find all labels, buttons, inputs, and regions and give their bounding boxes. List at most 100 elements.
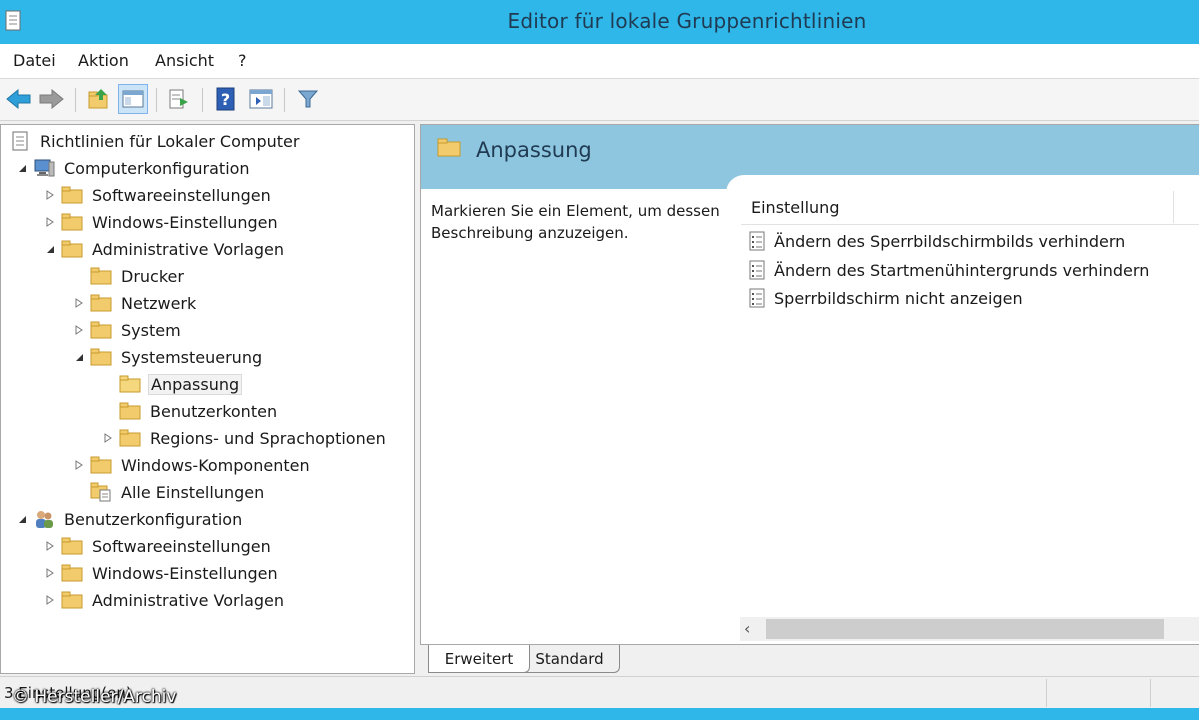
tree-item-anpassung[interactable]: Anpassung <box>119 372 243 396</box>
setting-row[interactable]: Ändern des Sperrbildschirmbilds verhinde… <box>749 229 1125 253</box>
collapse-triangle-icon[interactable] <box>72 350 86 364</box>
column-header-einstellung[interactable]: Einstellung <box>741 189 1199 225</box>
folder-icon <box>90 320 112 340</box>
policy-document-icon <box>9 131 31 151</box>
tree-item-label: Benutzerkonten <box>150 401 278 421</box>
tree-item-label: Computerkonfiguration <box>64 158 250 178</box>
menu-ansicht[interactable]: Ansicht <box>155 51 214 70</box>
tree-item-systemsteuerung[interactable]: Systemsteuerung <box>72 345 264 369</box>
setting-label: Ändern des Sperrbildschirmbilds verhinde… <box>774 231 1126 251</box>
expand-triangle-icon[interactable] <box>72 323 86 337</box>
description-text: Markieren Sie ein Element, um dessen Bes… <box>431 202 720 242</box>
menu-help[interactable]: ? <box>238 51 247 70</box>
setting-label: Sperrbildschirm nicht anzeigen <box>774 288 1023 308</box>
details-title: Anpassung <box>476 138 592 162</box>
properties-pane-icon[interactable] <box>246 84 276 114</box>
tree-item-label: System <box>121 320 181 340</box>
tree-item-benutzerkonfiguration[interactable]: Benutzerkonfiguration <box>15 507 244 531</box>
collapse-triangle-icon[interactable] <box>43 242 57 256</box>
folder-icon <box>90 347 112 367</box>
expand-triangle-icon[interactable] <box>43 188 57 202</box>
menu-datei[interactable]: Datei <box>13 51 56 70</box>
tree-item-softwareeinstellungen[interactable]: Softwareeinstellungen <box>43 183 273 207</box>
tree-item-label: Regions- und Sprachoptionen <box>150 428 386 448</box>
folder-icon <box>437 137 461 161</box>
all-settings-folder-icon <box>90 482 112 502</box>
tree-item-user-softwareeinstellungen[interactable]: Softwareeinstellungen <box>43 534 273 558</box>
tree-item-drucker[interactable]: Drucker <box>90 264 186 288</box>
expand-triangle-icon[interactable] <box>72 296 86 310</box>
menu-bar: Datei Aktion Ansicht ? <box>0 44 1199 79</box>
expand-triangle-icon[interactable] <box>43 593 57 607</box>
description-panel: Markieren Sie ein Element, um dessen Bes… <box>421 189 731 599</box>
collapse-triangle-icon[interactable] <box>15 512 29 526</box>
forward-arrow-icon[interactable] <box>36 84 66 114</box>
status-bar: 3 Einstellung(en) <box>0 676 1199 708</box>
tree-item-label: Administrative Vorlagen <box>92 239 285 259</box>
export-list-icon[interactable] <box>164 84 194 114</box>
tree-item-label: Administrative Vorlagen <box>92 590 285 610</box>
setting-row[interactable]: Ändern des Startmenühintergrunds verhind… <box>749 258 1149 282</box>
tree-item-windows-einstellungen[interactable]: Windows-Einstellungen <box>43 210 280 234</box>
tree-item-label: Softwareeinstellungen <box>92 185 271 205</box>
tree-item-label: Netzwerk <box>121 293 197 313</box>
users-icon <box>33 509 55 529</box>
policy-setting-icon <box>749 288 767 308</box>
title-bar: Editor für lokale Gruppenrichtlinien <box>0 0 1199 44</box>
show-hide-tree-icon[interactable] <box>118 84 148 114</box>
tree-item-alle-einstellungen[interactable]: Alle Einstellungen <box>90 480 266 504</box>
menu-aktion[interactable]: Aktion <box>78 51 129 70</box>
folder-icon <box>61 212 83 232</box>
tree-item-label: Anpassung <box>148 373 243 395</box>
column-header-label: Einstellung <box>751 198 840 217</box>
folder-icon <box>61 239 83 259</box>
view-tabs: Standard Erweitert <box>420 644 1199 674</box>
tab-standard[interactable]: Standard <box>520 645 620 673</box>
setting-label: Ändern des Startmenühintergrunds verhind… <box>774 260 1150 280</box>
scroll-left-icon[interactable]: ‹ <box>744 619 750 638</box>
tree-item-label: Windows-Einstellungen <box>92 563 278 583</box>
tree-item-administrative-vorlagen[interactable]: Administrative Vorlagen <box>43 237 286 261</box>
setting-row[interactable]: Sperrbildschirm nicht anzeigen <box>749 286 1023 310</box>
console-tree[interactable]: Richtlinien für Lokaler Computer Compute… <box>0 124 415 674</box>
collapse-triangle-icon[interactable] <box>15 161 29 175</box>
expand-triangle-icon[interactable] <box>72 458 86 472</box>
folder-icon <box>61 563 83 583</box>
copyright-watermark: © Hersteller/Archiv <box>12 687 177 707</box>
tree-item-regions-und-sprachoptionen[interactable]: Regions- und Sprachoptionen <box>101 426 388 450</box>
folder-open-icon <box>119 374 141 394</box>
settings-list[interactable]: Einstellung Ändern des Sperrbildschirmbi… <box>741 189 1199 609</box>
tree-item-label: Softwareeinstellungen <box>92 536 271 556</box>
tree-item-label: Alle Einstellungen <box>121 482 265 502</box>
tree-item-label: Benutzerkonfiguration <box>64 509 243 529</box>
folder-icon <box>61 590 83 610</box>
tree-item-root[interactable]: Richtlinien für Lokaler Computer <box>9 129 301 153</box>
folder-icon <box>61 536 83 556</box>
tree-item-system[interactable]: System <box>72 318 183 342</box>
expand-triangle-icon[interactable] <box>43 566 57 580</box>
folder-icon <box>90 455 112 475</box>
window-title: Editor für lokale Gruppenrichtlinien <box>507 9 867 33</box>
tab-erweitert[interactable]: Erweitert <box>428 645 530 673</box>
details-pane: Anpassung Markieren Sie ein Element, um … <box>420 124 1199 644</box>
tree-item-label: Drucker <box>121 266 184 286</box>
expand-triangle-icon[interactable] <box>43 539 57 553</box>
folder-icon <box>90 266 112 286</box>
tree-item-label: Windows-Komponenten <box>121 455 310 475</box>
expand-triangle-icon[interactable] <box>43 215 57 229</box>
horizontal-scrollbar[interactable]: ‹ <box>740 617 1199 641</box>
tree-item-benutzerkonten[interactable]: Benutzerkonten <box>119 399 279 423</box>
toolbar: ? <box>0 79 1199 121</box>
scrollbar-thumb[interactable] <box>766 619 1164 639</box>
expand-triangle-icon[interactable] <box>101 431 115 445</box>
filter-icon[interactable] <box>293 84 323 114</box>
tree-item-netzwerk[interactable]: Netzwerk <box>72 291 198 315</box>
help-icon[interactable]: ? <box>211 84 241 114</box>
tree-item-user-windows-einstellungen[interactable]: Windows-Einstellungen <box>43 561 280 585</box>
tree-item-user-administrative-vorlagen[interactable]: Administrative Vorlagen <box>43 588 286 612</box>
tree-item-computerkonfiguration[interactable]: Computerkonfiguration <box>15 156 252 180</box>
up-folder-icon[interactable] <box>84 84 114 114</box>
computer-icon <box>33 158 55 178</box>
tree-item-windows-komponenten[interactable]: Windows-Komponenten <box>72 453 312 477</box>
back-arrow-icon[interactable] <box>4 84 34 114</box>
